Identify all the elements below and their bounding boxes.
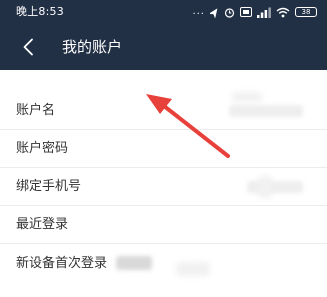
back-button[interactable] (14, 33, 42, 61)
alarm-icon (224, 7, 235, 18)
account-name-value-blurred (229, 105, 303, 117)
row-recent-login[interactable]: 最近登录 (0, 206, 327, 244)
account-settings-list: 账户名 账户密码 绑定手机号 最近登录 新设备首次登录 (0, 70, 327, 282)
signal-icon (257, 7, 271, 18)
hd-icon (240, 7, 252, 17)
watermark-smudge (258, 176, 272, 198)
row-label-recent-login: 最近登录 (16, 217, 69, 232)
row-label-bound-phone: 绑定手机号 (16, 179, 82, 194)
location-icon (210, 7, 218, 18)
battery-icon: 38 (295, 7, 317, 17)
watermark-smudge (176, 262, 210, 276)
new-device-value-blurred (116, 256, 152, 270)
row-bound-phone[interactable]: 绑定手机号 (0, 168, 327, 206)
more-dots-icon: ... (192, 6, 205, 17)
nav-header: 我的账户 (0, 24, 327, 70)
page-title: 我的账户 (62, 38, 123, 56)
row-account-password[interactable]: 账户密码 (0, 130, 327, 168)
phone-value-blurred (247, 181, 303, 193)
back-arrow-icon (23, 38, 33, 56)
battery-level: 38 (301, 8, 311, 16)
row-label-new-device-first-login: 新设备首次登录 (16, 256, 108, 271)
row-new-device-first-login[interactable]: 新设备首次登录 (0, 244, 327, 282)
row-label-account-name: 账户名 (16, 103, 56, 118)
wifi-icon (276, 7, 290, 17)
row-label-account-password: 账户密码 (16, 141, 69, 156)
watermark-smudge (232, 92, 262, 102)
status-time: 晚上8:53 (16, 5, 64, 18)
status-bar: 晚上8:53 ... 38 (0, 0, 327, 24)
status-icons: ... 38 (192, 4, 317, 20)
row-account-name[interactable]: 账户名 (0, 70, 327, 130)
